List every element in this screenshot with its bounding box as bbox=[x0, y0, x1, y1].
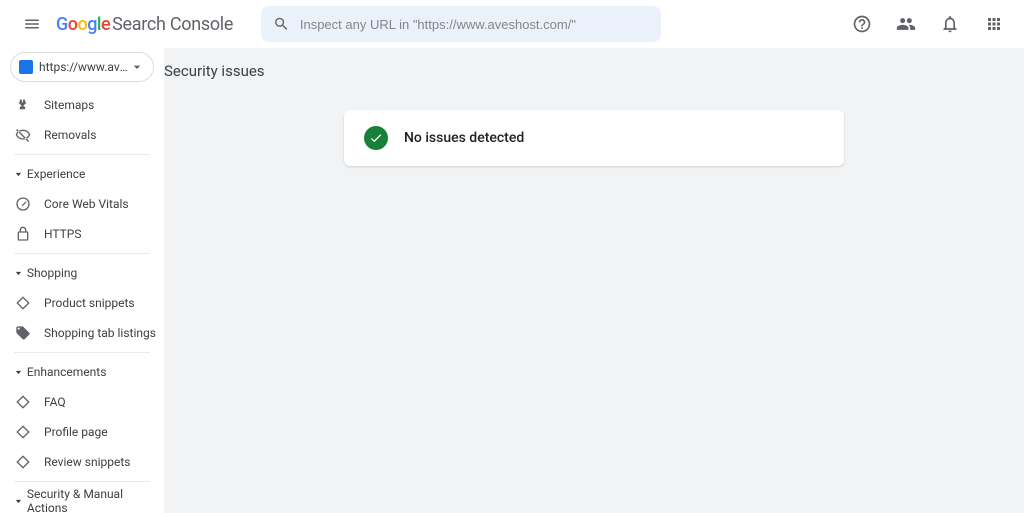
section-label: Shopping bbox=[27, 266, 77, 280]
sidebar-item-label: Core Web Vitals bbox=[44, 197, 129, 211]
help-button[interactable] bbox=[844, 6, 880, 42]
menu-button[interactable] bbox=[12, 4, 52, 44]
sidebar-item-sitemaps[interactable]: Sitemaps bbox=[0, 90, 156, 120]
sidebar-item-core-web-vitals[interactable]: Core Web Vitals bbox=[0, 189, 156, 219]
search-icon bbox=[273, 15, 290, 33]
chevron-down-icon: ▼ bbox=[14, 270, 23, 277]
section-header[interactable]: ▼ Security & Manual Actions bbox=[0, 486, 164, 513]
diamond-icon bbox=[14, 295, 32, 311]
bell-icon bbox=[940, 14, 960, 34]
apps-button[interactable] bbox=[976, 6, 1012, 42]
status-card: No issues detected bbox=[344, 110, 844, 166]
sidebar-item-shopping-tab-listings[interactable]: Shopping tab listings bbox=[0, 318, 156, 348]
favicon-icon bbox=[19, 60, 33, 74]
removal-icon bbox=[14, 127, 32, 143]
chevron-down-icon: ▼ bbox=[14, 498, 23, 505]
users-icon bbox=[896, 14, 916, 34]
sidebar-item-label: HTTPS bbox=[44, 227, 82, 241]
sidebar-item-label: Product snippets bbox=[44, 296, 135, 310]
hamburger-icon bbox=[23, 15, 41, 33]
sidebar-item-label: Removals bbox=[44, 128, 96, 142]
logo[interactable]: Google Search Console bbox=[56, 14, 233, 35]
page-title: Security issues bbox=[164, 48, 1024, 80]
divider bbox=[14, 481, 150, 482]
chevron-down-icon bbox=[129, 59, 145, 75]
google-logo-icon: Google bbox=[56, 14, 110, 35]
status-text: No issues detected bbox=[404, 130, 524, 146]
url-inspector[interactable] bbox=[261, 6, 661, 42]
section-header[interactable]: ▼ Enhancements bbox=[0, 357, 164, 387]
users-button[interactable] bbox=[888, 6, 924, 42]
sidebar-item-review-snippets[interactable]: Review snippets bbox=[0, 447, 156, 477]
section-header[interactable]: ▼ Shopping bbox=[0, 258, 164, 288]
grid-icon bbox=[985, 15, 1003, 33]
product-name: Search Console bbox=[112, 14, 233, 35]
notifications-button[interactable] bbox=[932, 6, 968, 42]
sidebar-item-label: Review snippets bbox=[44, 455, 130, 469]
diamond-icon bbox=[14, 454, 32, 470]
check-circle-icon bbox=[364, 126, 388, 150]
sidebar-item-label: Shopping tab listings bbox=[44, 326, 156, 340]
divider bbox=[14, 253, 150, 254]
chevron-down-icon: ▼ bbox=[14, 171, 23, 178]
divider bbox=[14, 154, 150, 155]
section-label: Experience bbox=[27, 167, 86, 181]
help-icon bbox=[852, 14, 872, 34]
sidebar-item-profile-page[interactable]: Profile page bbox=[0, 417, 156, 447]
sidebar-item-product-snippets[interactable]: Product snippets bbox=[0, 288, 156, 318]
lock-icon bbox=[14, 226, 32, 242]
diamond-icon bbox=[14, 394, 32, 410]
chevron-down-icon: ▼ bbox=[14, 369, 23, 376]
sidebar: https://www.aveshost.c... Sitemaps Remova… bbox=[0, 48, 164, 513]
tag-icon bbox=[14, 325, 32, 341]
speed-icon bbox=[14, 196, 32, 212]
property-label: https://www.aveshost.c... bbox=[39, 60, 129, 74]
sitemap-icon bbox=[14, 97, 32, 113]
divider bbox=[14, 352, 150, 353]
section-label: Enhancements bbox=[27, 365, 107, 379]
sidebar-item-label: Sitemaps bbox=[44, 98, 94, 112]
section-header[interactable]: ▼ Experience bbox=[0, 159, 164, 189]
section-label: Security & Manual Actions bbox=[27, 487, 164, 513]
property-selector[interactable]: https://www.aveshost.c... bbox=[10, 52, 154, 82]
sidebar-item-removals[interactable]: Removals bbox=[0, 120, 156, 150]
sidebar-item-label: Profile page bbox=[44, 425, 108, 439]
diamond-icon bbox=[14, 424, 32, 440]
sidebar-item-https[interactable]: HTTPS bbox=[0, 219, 156, 249]
search-input[interactable] bbox=[300, 17, 649, 32]
main-content: Security issues No issues detected bbox=[164, 48, 1024, 513]
sidebar-item-faq[interactable]: FAQ bbox=[0, 387, 156, 417]
sidebar-item-label: FAQ bbox=[44, 395, 66, 409]
